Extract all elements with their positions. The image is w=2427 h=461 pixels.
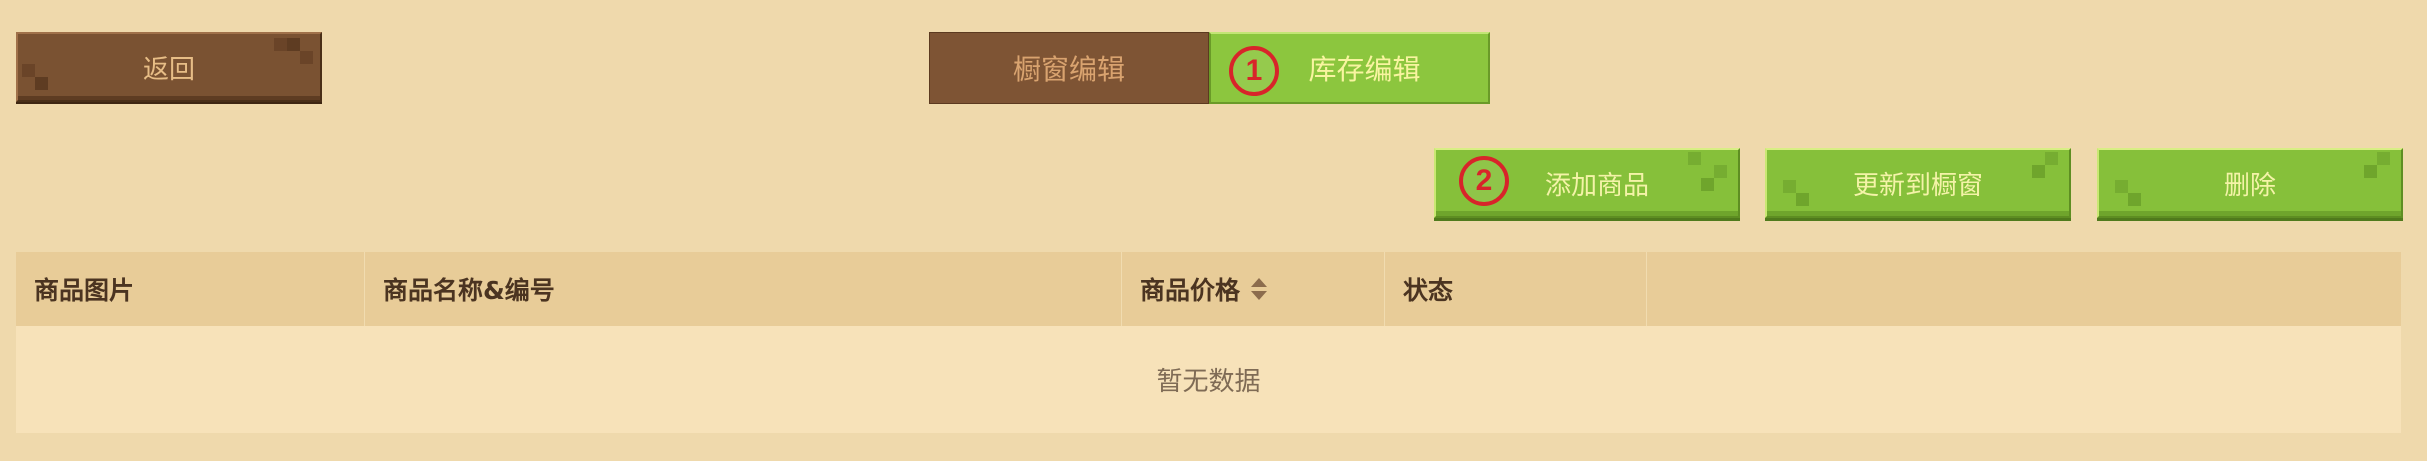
delete-button-label: 删除 <box>2223 170 2276 201</box>
back-button-label: 返回 <box>142 54 195 85</box>
column-header-name: 商品名称&编号 <box>365 252 1122 326</box>
tab-showcase-edit[interactable]: 橱窗编辑 <box>929 32 1209 104</box>
column-header-status: 状态 <box>1385 252 1647 326</box>
back-button[interactable]: 返回 <box>16 32 322 102</box>
delete-button[interactable]: 删除 <box>2097 148 2403 218</box>
sort-icon[interactable] <box>1250 276 1268 302</box>
empty-state-text: 暂无数据 <box>1156 367 1261 397</box>
update-showcase-button[interactable]: 更新到橱窗 <box>1765 148 2071 218</box>
inventory-table: 商品图片 商品名称&编号 商品价格 状态 暂无数据 <box>16 252 2401 433</box>
tab-showcase-edit-label: 橱窗编辑 <box>1012 53 1125 86</box>
tab-inventory-edit-label: 库存编辑 <box>1308 53 1421 86</box>
column-header-actions <box>1647 252 2401 326</box>
step-marker-2: 2 <box>1459 156 1509 206</box>
table-header: 商品图片 商品名称&编号 商品价格 状态 <box>16 252 2401 326</box>
update-showcase-button-label: 更新到橱窗 <box>1852 170 1983 201</box>
step-marker-1: 1 <box>1229 46 1279 96</box>
add-product-button-label: 添加商品 <box>1544 170 1649 201</box>
column-header-price[interactable]: 商品价格 <box>1122 252 1385 326</box>
column-header-image: 商品图片 <box>16 252 365 326</box>
